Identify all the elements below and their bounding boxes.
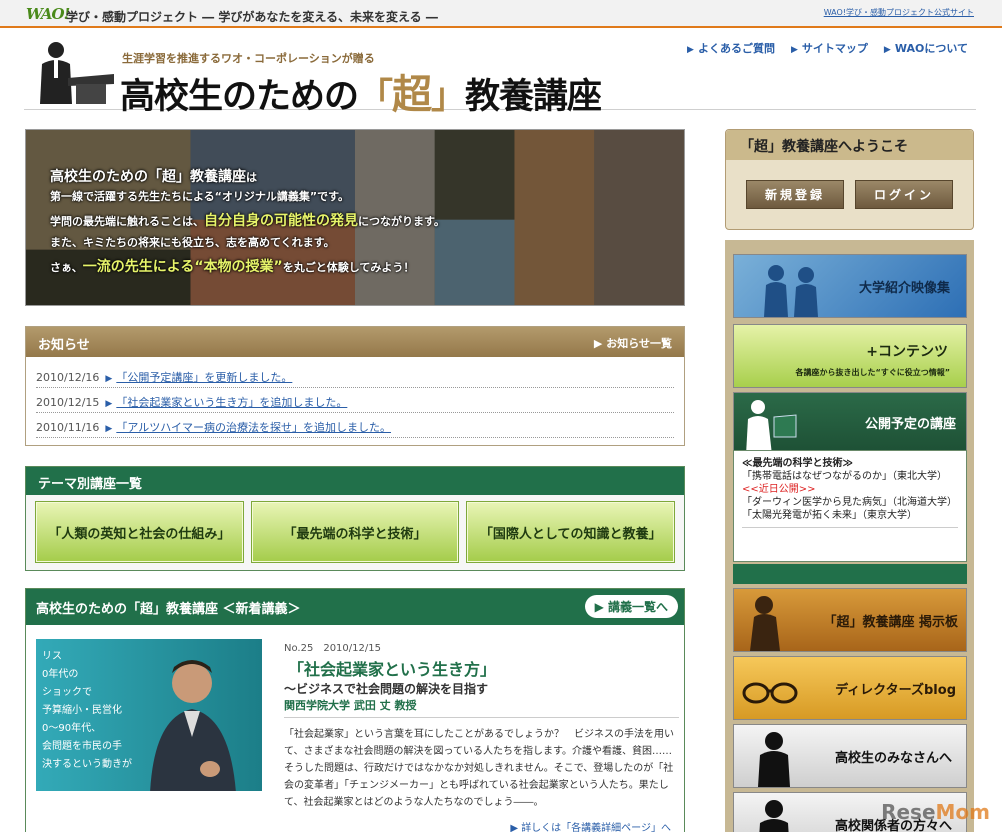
nav-faq-link[interactable]: ▶ よくあるご質問	[687, 40, 775, 56]
lecture-info: No.25 2010/12/15 「社会起業家という生き方」 ～ビジネスで社会問…	[284, 639, 679, 832]
lecture-list-button[interactable]: ▶ 講義一覧へ	[584, 595, 678, 618]
student-silhouette-icon	[750, 596, 780, 651]
news-link[interactable]: 「公開予定講座」を更新しました。	[116, 371, 292, 384]
upcoming-item[interactable]: 「携帯電話はなぜつながるのか」（東北大学）<<近日公開>>	[742, 470, 958, 496]
hero-line-1: 高校生のための「超」教養講座は	[50, 169, 257, 185]
lecturer-photo	[150, 660, 236, 791]
auth-buttons: 新規登録 ログイン	[726, 160, 973, 229]
register-button[interactable]: 新規登録	[746, 180, 844, 209]
nav-arrow-icon: ▶	[687, 45, 694, 55]
glasses-icon	[742, 682, 798, 704]
site-header: 生涯学習を推進するワオ・コーポレーションが贈る 高校生のための「超」教養講座 ▶…	[24, 32, 976, 118]
welcome-title: 「超」教養講座へようこそ	[726, 130, 973, 160]
welcome-box: 「超」教養講座へようこそ 新規登録 ログイン	[725, 129, 974, 230]
hero-line-3: 学問の最先端に触れることは、自分自身の可能性の発見につながります。	[50, 213, 445, 229]
banner-university-videos[interactable]: 大学紹介映像集	[733, 254, 967, 318]
top-bar: WAO! 学び・感動プロジェクト ― 学びがあなたを変える、未来を変える ― W…	[0, 0, 1002, 28]
lecture-detail-link[interactable]: ▶ 詳しくは「各講義詳細ページ」へ	[510, 819, 671, 832]
banner-bulletin-board[interactable]: 「超」教養講座 掲示板	[733, 588, 967, 652]
lecture-lecturer: 関西学院大学 武田 丈 教授	[284, 697, 679, 718]
hero-line-2: 第一線で活躍する先生たちによる“オリジナル講義集”です。	[50, 190, 350, 203]
theme-button-international[interactable]: 「国際人としての知識と教養」	[466, 501, 676, 563]
new-lectures-box: 高校生のための「超」教養講座 ＜新着講義＞ ▶ 講義一覧へ リス 0年代の ショ…	[25, 588, 685, 832]
student-silhouette-icon	[758, 732, 790, 787]
arrow-icon: ▶	[105, 374, 113, 384]
lecture-number-date: No.25 2010/12/15	[284, 643, 381, 654]
news-header: お知らせ ▶ お知らせ一覧	[26, 327, 684, 357]
upcoming-lectures-list: ≪最先端の科学と技術≫ 「携帯電話はなぜつながるのか」（東北大学）<<近日公開>…	[733, 450, 967, 562]
hero-line-5: さぁ、一流の先生による“本物の授業”を丸ごと体験してみよう！	[50, 259, 415, 275]
upcoming-item[interactable]: 「ダーウィン医学から見た病気」（北海道大学）	[742, 496, 958, 509]
lecture-video-thumbnail[interactable]: リス 0年代の ショックで 予算縮小・民営化 0～90年代、 会問題を市民の手 …	[36, 639, 262, 791]
lecturer-silhouette-icon	[746, 400, 797, 455]
hero-banner: 高校生のための「超」教養講座は 第一線で活躍する先生たちによる“オリジナル講義集…	[25, 129, 685, 306]
sidebar-banners: 大学紹介映像集 +コンテンツ 各講座から抜き出した“すぐに役立つ情報” 公開予定…	[725, 240, 974, 832]
lecture-title[interactable]: 「社会起業家という生き方」	[284, 656, 679, 680]
news-link[interactable]: 「社会起業家という生き方」を追加しました。	[116, 396, 347, 409]
arrow-icon: ▶	[105, 399, 113, 409]
upcoming-footer-bar	[733, 564, 967, 584]
nav-sitemap-link[interactable]: ▶ サイトマップ	[791, 40, 868, 56]
upcoming-item[interactable]: 「太陽光発電が拓く未来」（東京大学）	[742, 509, 958, 522]
news-item: 2010/11/16 ▶ 「アルツハイマー病の治療法を探せ」を追加しました。	[36, 413, 674, 438]
official-site-link[interactable]: WAO!学び・感動プロジェクト公式サイト	[824, 7, 974, 18]
resemom-watermark: ReseMom	[881, 800, 990, 824]
new-lectures-title: 高校生のための「超」教養講座 ＜新着講義＞	[36, 602, 301, 617]
banner-plus-contents[interactable]: +コンテンツ 各講座から抜き出した“すぐに役立つ情報”	[733, 324, 967, 388]
lecture-description: 「社会起業家」という言葉を耳にしたことがあるでしょうか？ ビジネスの手法を用いて…	[284, 729, 674, 808]
new-lectures-header: 高校生のための「超」教養講座 ＜新着講義＞ ▶ 講義一覧へ	[26, 589, 684, 625]
wao-logo[interactable]: WAO!	[26, 5, 70, 23]
theme-list-box: テーマ別講座一覧 「人類の英知と社会の仕組み」 「最先端の科学と技術」 「国際人…	[25, 466, 685, 571]
banner-for-students[interactable]: 高校生のみなさんへ	[733, 724, 967, 788]
news-item: 2010/12/16 ▶ 「公開予定講座」を更新しました。	[36, 363, 674, 388]
arrow-icon: ▶	[510, 823, 522, 832]
lecture-subtitle: ～ビジネスで社会問題の解決を目指す	[284, 682, 489, 696]
upcoming-category: ≪最先端の科学と技術≫	[742, 458, 853, 469]
news-link[interactable]: 「アルツハイマー病の治療法を探せ」を追加しました。	[116, 421, 391, 434]
banner-upcoming-lectures[interactable]: 公開予定の講座	[733, 392, 967, 456]
arrow-icon: ▶	[105, 424, 113, 434]
news-title: お知らせ	[38, 338, 90, 353]
theme-buttons: 「人類の英知と社会の仕組み」 「最先端の科学と技術」 「国際人としての知識と教養…	[26, 495, 684, 569]
news-item: 2010/12/15 ▶ 「社会起業家という生き方」を追加しました。	[36, 388, 674, 413]
nav-arrow-icon: ▶	[883, 45, 891, 55]
teacher-silhouette-icon	[759, 800, 789, 832]
students-silhouette-icon	[764, 265, 818, 317]
banner-directors-blog[interactable]: ディレクターズblog	[733, 656, 967, 720]
arrow-icon: ▶	[594, 600, 608, 614]
upcoming-divider	[742, 527, 958, 528]
news-more-link[interactable]: ▶ お知らせ一覧	[594, 335, 672, 351]
nav-arrow-icon: ▶	[790, 45, 798, 55]
project-tagline: 学び・感動プロジェクト ― 学びがあなたを変える、未来を変える ―	[66, 10, 438, 24]
news-box: お知らせ ▶ お知らせ一覧 2010/12/16 ▶ 「公開予定講座」を更新しました…	[25, 326, 685, 446]
header-nav: ▶ よくあるご質問 ▶ サイトマップ ▶ WAOについて	[687, 40, 968, 56]
hero-line-4: また、キミたちの将来にも役立ち、志を高めてくれます。	[50, 236, 335, 249]
theme-list-title: テーマ別講座一覧	[26, 467, 684, 495]
theme-button-humanity[interactable]: 「人類の英知と社会の仕組み」	[35, 501, 244, 563]
nav-about-link[interactable]: ▶ WAOについて	[884, 40, 968, 56]
coming-soon-badge: <<近日公開>>	[742, 484, 816, 495]
lecturer-silhouette-icon	[40, 42, 114, 104]
arrow-icon: ▶	[593, 337, 607, 350]
site-title[interactable]: 高校生のための「超」教養講座	[120, 62, 602, 120]
theme-button-science[interactable]: 「最先端の科学と技術」	[250, 501, 460, 563]
news-list: 2010/12/16 ▶ 「公開予定講座」を更新しました。 2010/12/15 ▶ 「…	[26, 357, 684, 438]
login-button[interactable]: ログイン	[855, 180, 953, 209]
